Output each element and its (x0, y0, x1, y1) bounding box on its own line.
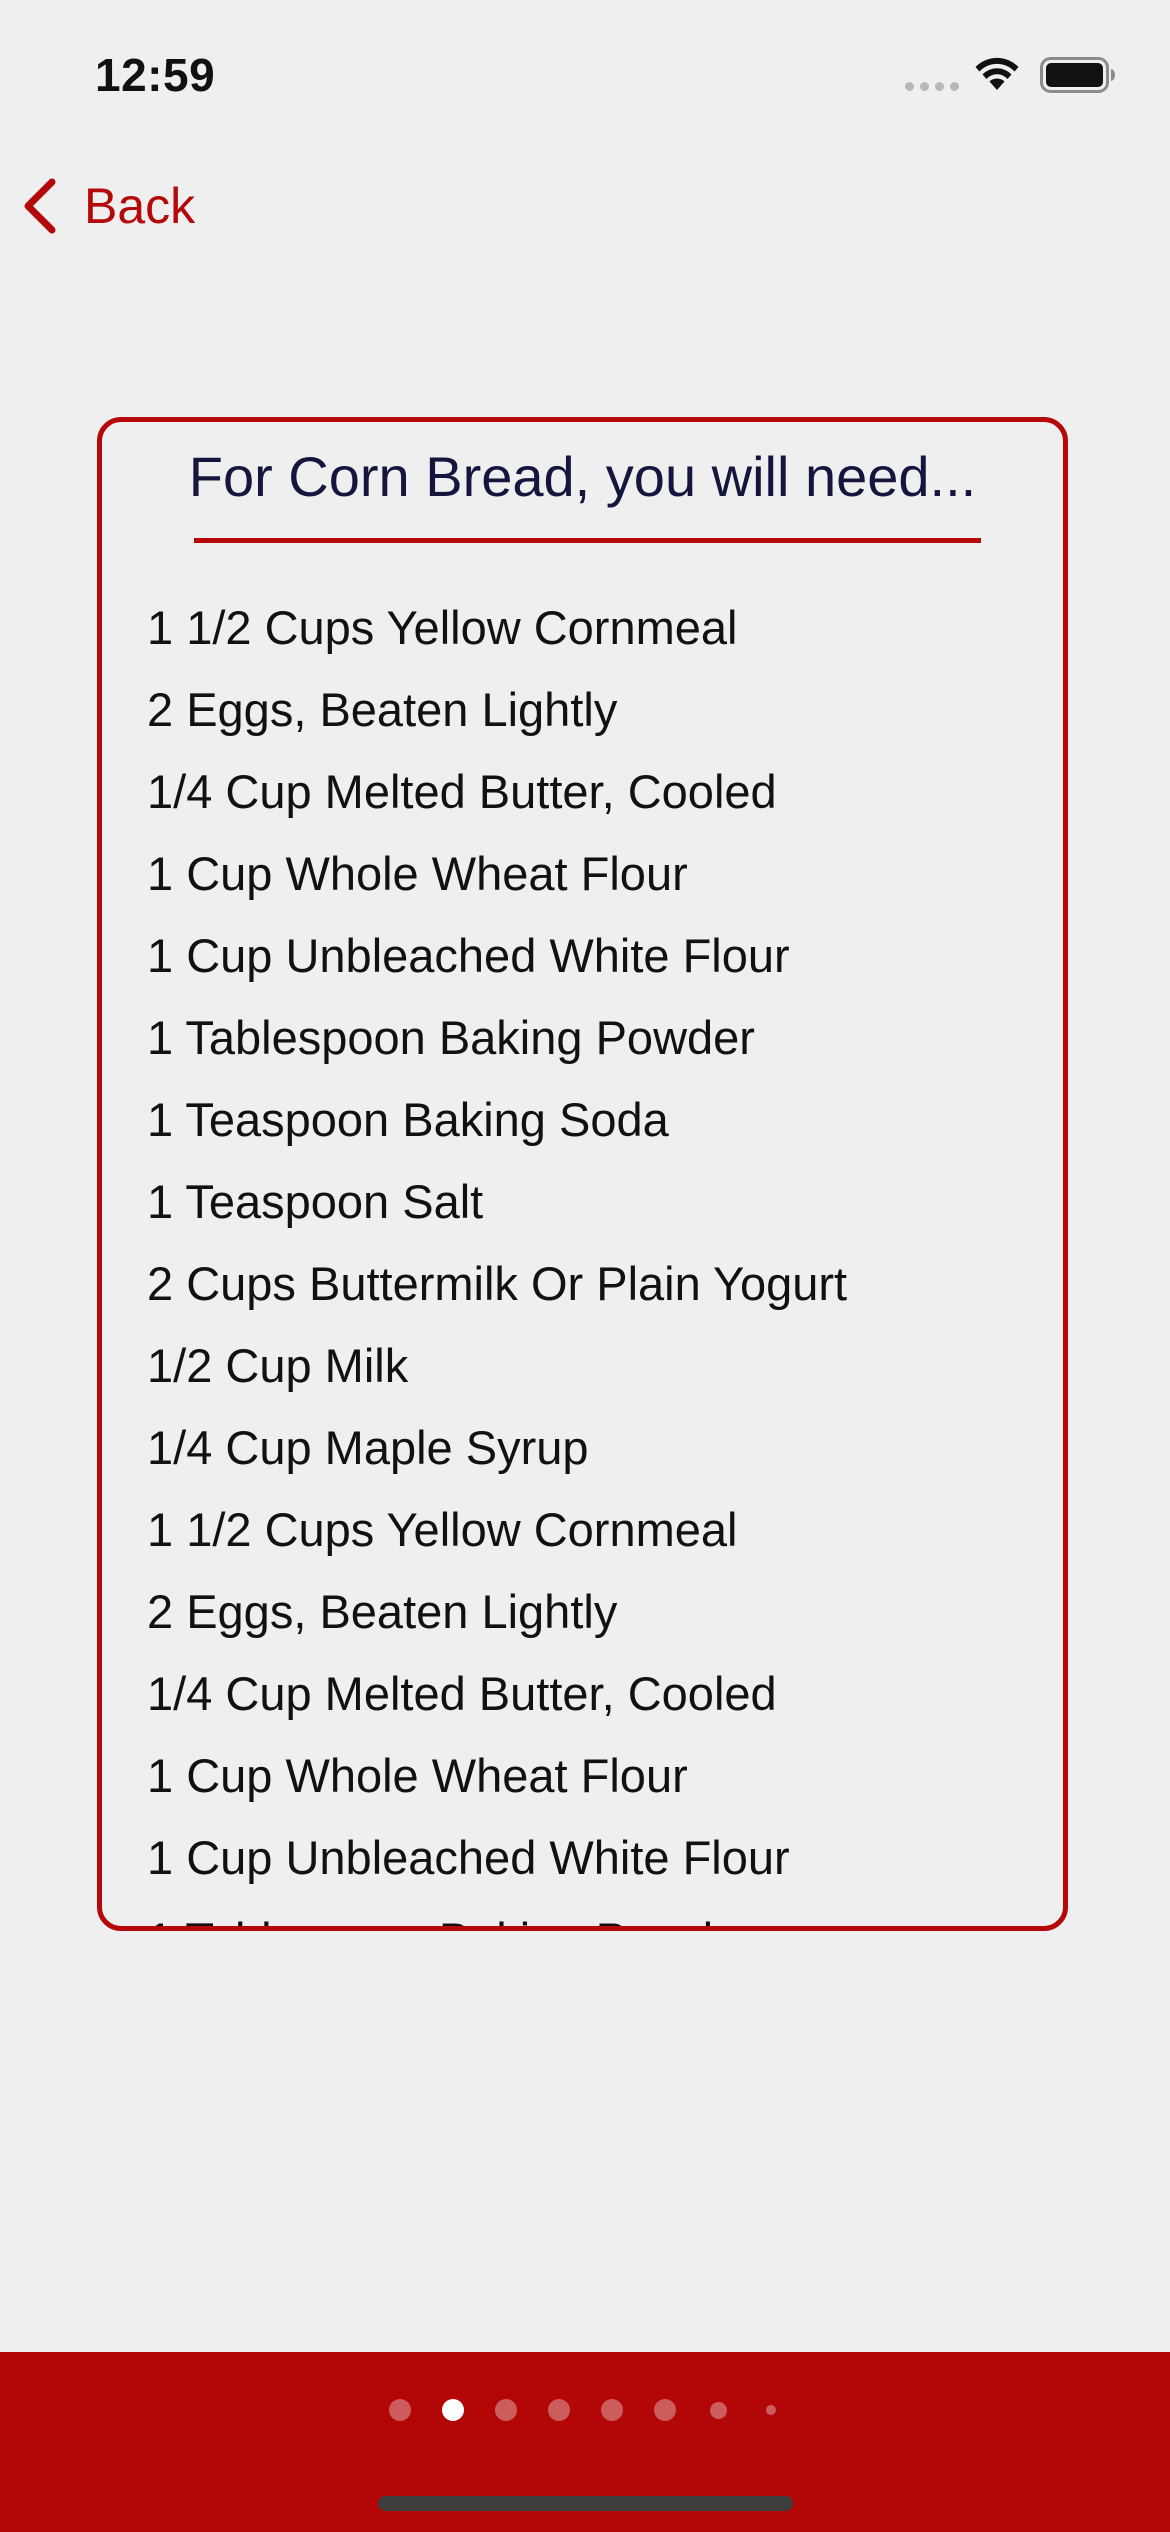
page-control[interactable] (0, 2390, 1170, 2430)
ingredient-list[interactable]: 1 1/2 Cups Yellow Cornmeal 2 Eggs, Beate… (147, 587, 848, 1926)
ingredient-item: 1 Cup Unbleached White Flour (147, 1831, 790, 1884)
back-label: Back (84, 178, 196, 234)
page-dot[interactable] (495, 2399, 517, 2421)
ingredient-item: 1 Cup Whole Wheat Flour (147, 1749, 688, 1802)
ingredient-item: 1 1/2 Cups Yellow Cornmeal (147, 1503, 738, 1556)
ingredient-item: 1 Teaspoon Salt (147, 1175, 484, 1228)
ingredient-item: 1 Teaspoon Baking Soda (147, 1093, 669, 1146)
ingredients-card[interactable]: For Corn Bread, you will need... 1 1/2 C… (97, 417, 1068, 1931)
card-title: For Corn Bread, you will need... (188, 445, 977, 508)
ingredient-item: 1/4 Cup Maple Syrup (147, 1421, 589, 1474)
ingredient-item: 2 Cups Buttermilk Or Plain Yogurt (147, 1257, 848, 1310)
home-indicator[interactable] (378, 2496, 793, 2511)
ingredient-item: 1 Cup Unbleached White Flour (147, 929, 790, 982)
chevron-left-icon (24, 178, 56, 234)
bottom-bar (0, 2352, 1170, 2532)
title-divider (194, 538, 981, 543)
back-button[interactable]: Back (20, 170, 195, 242)
page-dot[interactable] (601, 2399, 623, 2421)
status-bar: 12:59 (0, 0, 1170, 140)
ingredient-item: 1 Tablespoon Baking Powder (147, 1899, 847, 1926)
ingredient-item: 1/4 Cup Melted Butter, Cooled (147, 1667, 777, 1720)
ingredient-item: 1 Cup Whole Wheat Flour (147, 847, 688, 900)
page-dot[interactable] (442, 2399, 464, 2421)
cellular-signal-icon (905, 82, 959, 92)
ingredient-item: 1/2 Cup Milk (147, 1339, 409, 1392)
ingredient-item: 2 Eggs, Beaten Lightly (147, 683, 618, 736)
wifi-icon (975, 57, 1019, 90)
ingredient-item: 1 Tablespoon Baking Powder (147, 1011, 755, 1064)
battery-icon (1040, 57, 1115, 93)
status-time: 12:59 (95, 49, 216, 101)
page-dot[interactable] (709, 2401, 727, 2419)
ingredient-item: 1 1/2 Cups Yellow Cornmeal (147, 601, 738, 654)
page-dot[interactable] (654, 2399, 676, 2421)
page-dot[interactable] (766, 2405, 776, 2415)
page-dot[interactable] (389, 2399, 411, 2421)
ingredient-item: 2 Eggs, Beaten Lightly (147, 1585, 618, 1638)
page-dot[interactable] (548, 2399, 570, 2421)
ingredient-item: 1/4 Cup Melted Butter, Cooled (147, 765, 777, 818)
